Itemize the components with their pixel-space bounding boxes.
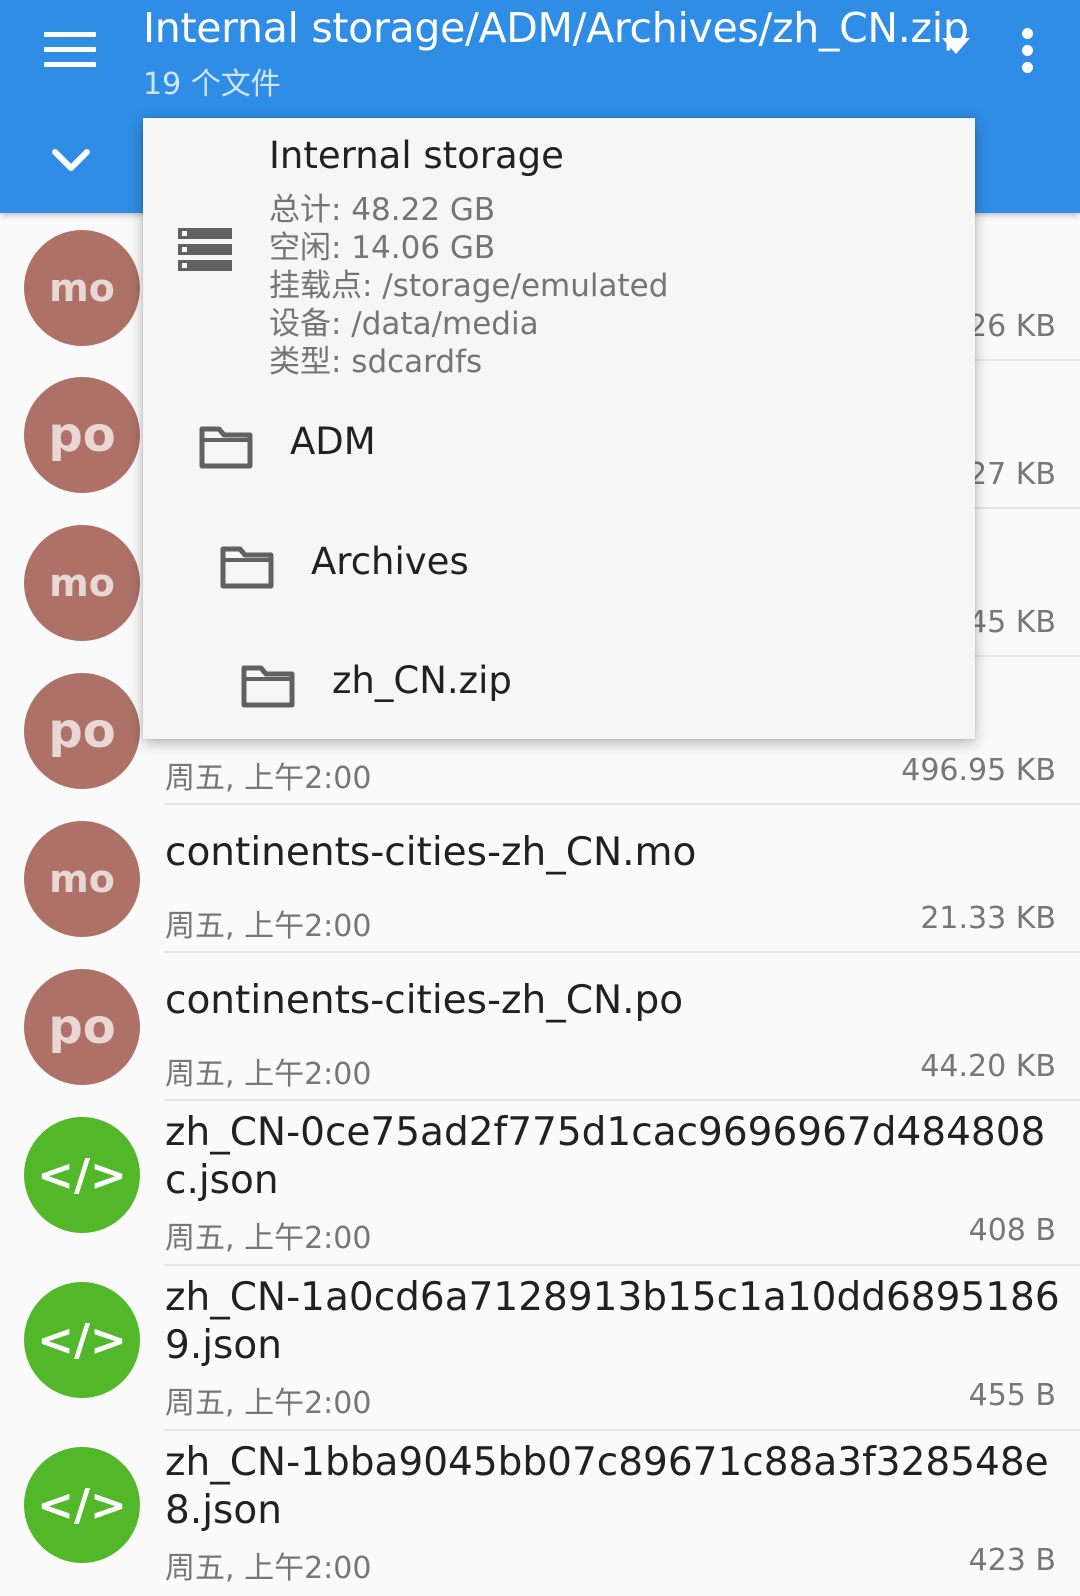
- file-size: 44.20 KB: [920, 1049, 1056, 1084]
- file-date: 周五, 上午2:00: [165, 1386, 372, 1421]
- file-date: 周五, 上午2:00: [165, 1551, 372, 1586]
- list-item[interactable]: </> zh_CN-1a0cd6a7128913b15c1a10dd689518…: [0, 1266, 1080, 1431]
- breadcrumb-item-archives[interactable]: Archives: [143, 518, 975, 618]
- list-item[interactable]: </> zh_CN-0ce75ad2f775d1cac9696967d48480…: [0, 1101, 1080, 1266]
- path-dropdown-menu: Internal storage 总计: 48.22 GB 空闲: 14.06 …: [143, 118, 975, 739]
- po-file-avatar: po: [24, 673, 140, 789]
- breadcrumb-label: zh_CN.zip: [332, 659, 512, 702]
- po-file-avatar: po: [24, 969, 140, 1085]
- file-size: 21.33 KB: [920, 901, 1056, 936]
- list-item[interactable]: </> zh_CN-1bba9045bb07c89671c88a3f328548…: [0, 1431, 1080, 1596]
- path-title[interactable]: Internal storage/ADM/Archives/zh_CN.zip: [143, 4, 969, 52]
- file-size: 423 B: [968, 1543, 1056, 1578]
- mo-file-avatar: mo: [24, 230, 140, 346]
- file-size: 27 KB: [968, 457, 1056, 492]
- file-date: 周五, 上午2:00: [165, 909, 372, 944]
- file-size: 455 B: [968, 1378, 1056, 1413]
- file-count: 19 个文件: [143, 67, 281, 102]
- storage-type: 类型: sdcardfs: [269, 344, 483, 380]
- mo-file-avatar: mo: [24, 525, 140, 641]
- folder-icon: [241, 664, 295, 712]
- file-date: 周五, 上午2:00: [165, 1221, 372, 1256]
- mo-file-avatar: mo: [24, 821, 140, 937]
- po-file-avatar: po: [24, 377, 140, 493]
- file-size: 45 KB: [968, 605, 1056, 640]
- code-file-icon: </>: [24, 1282, 140, 1398]
- chevron-down-icon[interactable]: [50, 146, 92, 180]
- file-name: continents-cities-zh_CN.mo: [165, 830, 697, 875]
- file-size: 26 KB: [968, 309, 1056, 344]
- file-date: 周五, 上午2:00: [165, 761, 372, 796]
- breadcrumb-label: Archives: [311, 540, 469, 583]
- list-item[interactable]: po continents-cities-zh_CN.po 周五, 上午2:00…: [0, 953, 1080, 1101]
- file-size: 408 B: [968, 1213, 1056, 1248]
- hamburger-menu-icon[interactable]: [40, 28, 100, 72]
- file-name: zh_CN-1a0cd6a7128913b15c1a10dd68951869.j…: [165, 1275, 1060, 1368]
- code-file-icon: </>: [24, 1117, 140, 1233]
- storage-name: Internal storage: [269, 134, 564, 177]
- breadcrumb-item-adm[interactable]: ADM: [143, 398, 975, 498]
- code-file-icon: </>: [24, 1447, 140, 1563]
- caret-down-icon[interactable]: [940, 36, 972, 60]
- file-date: 周五, 上午2:00: [165, 1057, 372, 1092]
- folder-icon: [199, 425, 253, 473]
- list-item[interactable]: mo continents-cities-zh_CN.mo 周五, 上午2:00…: [0, 805, 1080, 953]
- breadcrumb-item-zh-cn-zip[interactable]: zh_CN.zip: [143, 637, 975, 737]
- breadcrumb-label: ADM: [290, 420, 376, 463]
- more-vert-icon[interactable]: [1018, 28, 1038, 76]
- file-size: 496.95 KB: [901, 753, 1056, 788]
- file-name: zh_CN-0ce75ad2f775d1cac9696967d484808c.j…: [165, 1110, 1046, 1203]
- folder-icon: [220, 545, 274, 593]
- file-name: zh_CN-1bba9045bb07c89671c88a3f328548e8.j…: [165, 1440, 1049, 1533]
- file-name: continents-cities-zh_CN.po: [165, 978, 684, 1023]
- storage-icon: [178, 228, 232, 276]
